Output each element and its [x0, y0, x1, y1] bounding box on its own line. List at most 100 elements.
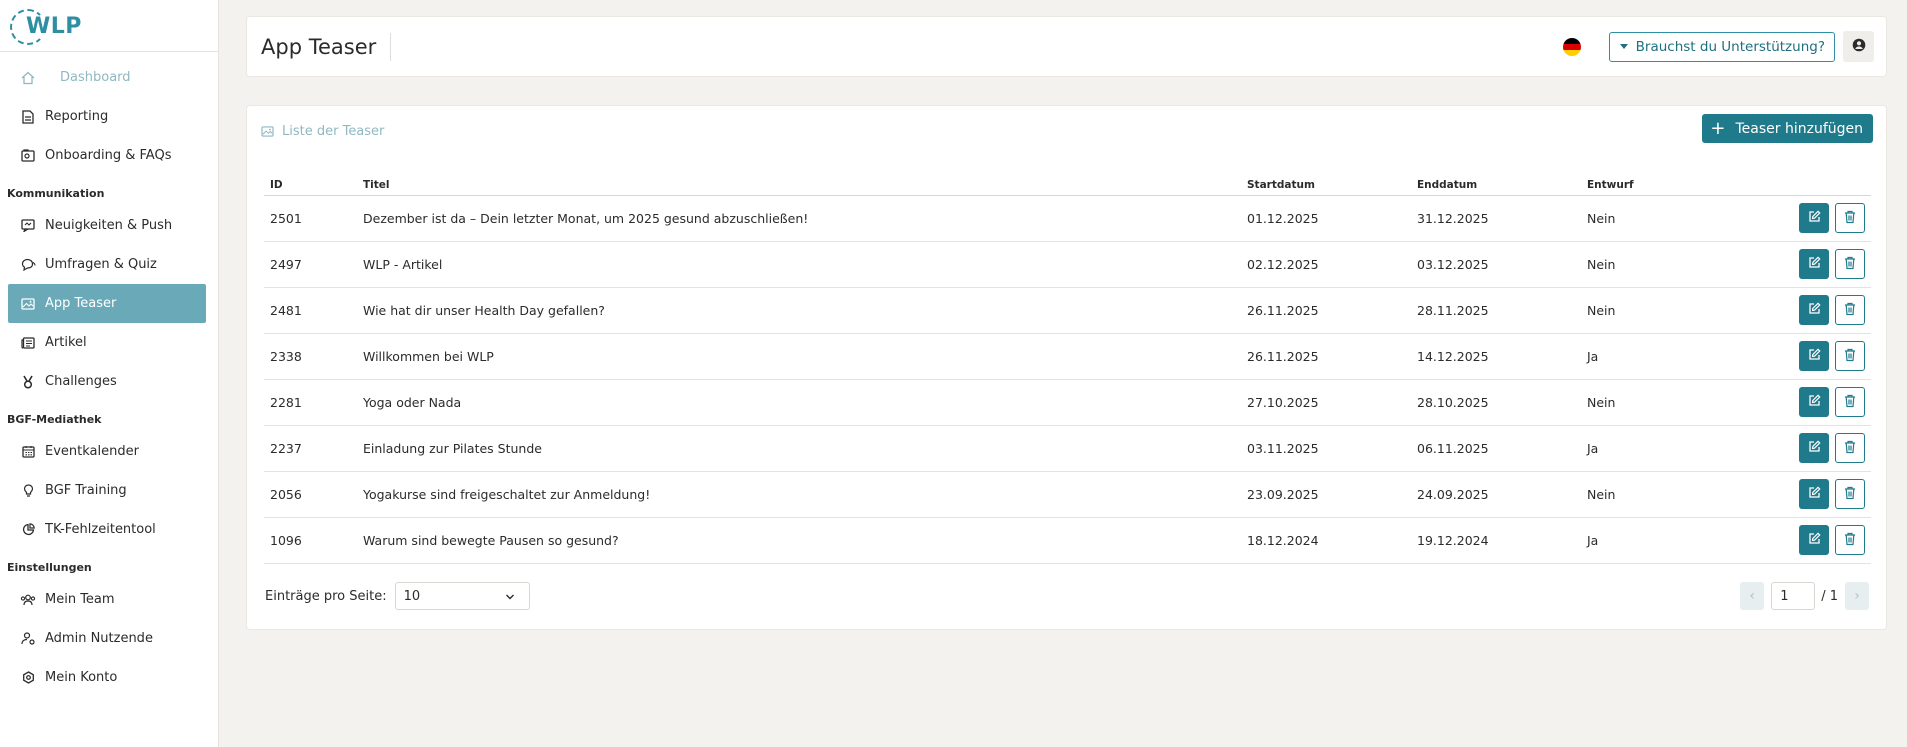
- row-actions: [1751, 333, 1871, 380]
- column-header-draft[interactable]: Entwurf: [1581, 174, 1751, 196]
- cell-title: Yogakurse sind freigeschaltet zur Anmeld…: [357, 471, 1241, 518]
- logo[interactable]: WLP: [0, 0, 218, 52]
- sidebar-item-tk-fehlzeitentool[interactable]: TK-Fehlzeitentool: [0, 510, 218, 549]
- cell-id: 2501: [264, 195, 357, 242]
- sidebar-item-label: Eventkalender: [45, 444, 139, 459]
- cell-draft: Nein: [1581, 241, 1751, 288]
- edit-icon: [1808, 440, 1821, 456]
- row-actions: [1751, 287, 1871, 334]
- edit-button[interactable]: [1799, 249, 1829, 279]
- sidebar-item-label: Umfragen & Quiz: [45, 257, 157, 272]
- delete-button[interactable]: [1835, 203, 1865, 233]
- sidebar: WLP Dashboard Reporting Onboarding & FAQ…: [0, 0, 219, 747]
- trash-icon: [1844, 394, 1856, 411]
- section-title-bgf-mediathek: BGF-Mediathek: [7, 413, 102, 426]
- edit-button[interactable]: [1799, 341, 1829, 371]
- page-header: App Teaser Brauchst du Unterstützung?: [246, 16, 1887, 77]
- add-teaser-button[interactable]: + Teaser hinzufügen: [1702, 114, 1873, 143]
- newspaper-icon: [20, 335, 36, 351]
- trash-icon: [1844, 532, 1856, 549]
- trash-icon: [1844, 440, 1856, 457]
- column-header-title[interactable]: Titel: [357, 174, 1241, 196]
- trash-icon: [1844, 348, 1856, 365]
- image-icon: [20, 296, 36, 312]
- cell-draft: Ja: [1581, 425, 1751, 472]
- section-title-kommunikation: Kommunikation: [7, 187, 105, 200]
- edit-button[interactable]: [1799, 525, 1829, 555]
- user-account-button[interactable]: [1843, 31, 1874, 62]
- sidebar-item-challenges[interactable]: Challenges: [0, 362, 218, 401]
- prev-page-button[interactable]: ‹: [1740, 582, 1765, 610]
- table-row: 2481 Wie hat dir unser Health Day gefalle…: [264, 287, 1871, 334]
- edit-button[interactable]: [1799, 433, 1829, 463]
- cell-title: Dezember ist da – Dein letzter Monat, um…: [357, 195, 1241, 242]
- cell-end: 14.12.2025: [1411, 333, 1581, 380]
- cell-title: Willkommen bei WLP: [357, 333, 1241, 380]
- edit-icon: [1808, 486, 1821, 502]
- delete-button[interactable]: [1835, 387, 1865, 417]
- table-row: 1096 Warum sind bewegte Pausen so gesund?…: [264, 517, 1871, 564]
- cell-id: 1096: [264, 517, 357, 564]
- team-icon: [20, 592, 36, 608]
- edit-button[interactable]: [1799, 387, 1829, 417]
- sidebar-item-reporting[interactable]: Reporting: [0, 97, 218, 136]
- delete-button[interactable]: [1835, 433, 1865, 463]
- sidebar-item-eventkalender[interactable]: Eventkalender: [0, 432, 218, 471]
- wlp-logo: WLP: [10, 7, 84, 45]
- delete-button[interactable]: [1835, 479, 1865, 509]
- page-number-input[interactable]: 1: [1771, 582, 1816, 610]
- cell-id: 2338: [264, 333, 357, 380]
- user-circle-icon: [1852, 38, 1866, 56]
- cell-end: 31.12.2025: [1411, 195, 1581, 242]
- sidebar-item-umfragen[interactable]: Umfragen & Quiz: [0, 245, 218, 284]
- calendar-icon: [20, 444, 36, 460]
- chart-icon: [20, 522, 36, 538]
- chevron-down-icon: [505, 591, 515, 606]
- section-title-einstellungen: Einstellungen: [7, 561, 92, 574]
- cell-id: 2281: [264, 379, 357, 426]
- column-header-id[interactable]: ID: [264, 174, 357, 196]
- sidebar-item-app-teaser[interactable]: App Teaser: [8, 284, 206, 323]
- sidebar-item-onboarding[interactable]: Onboarding & FAQs: [0, 136, 218, 175]
- delete-button[interactable]: [1835, 341, 1865, 371]
- table-row: 2237 Einladung zur Pilates Stunde 03.11.20…: [264, 425, 1871, 472]
- cell-id: 2497: [264, 241, 357, 288]
- delete-button[interactable]: [1835, 525, 1865, 555]
- sidebar-item-admin-nutzende[interactable]: Admin Nutzende: [0, 619, 218, 658]
- edit-button[interactable]: [1799, 295, 1829, 325]
- chat-icon: [20, 257, 36, 273]
- sidebar-item-label: Admin Nutzende: [45, 631, 153, 646]
- sidebar-item-artikel[interactable]: Artikel: [0, 323, 218, 362]
- sidebar-item-label: BGF Training: [45, 483, 127, 498]
- column-header-start[interactable]: Startdatum: [1241, 174, 1411, 196]
- support-button[interactable]: Brauchst du Unterstützung?: [1608, 31, 1835, 62]
- german-flag-icon[interactable]: [1562, 37, 1581, 56]
- cell-id: 2056: [264, 471, 357, 518]
- column-header-end[interactable]: Enddatum: [1411, 174, 1581, 196]
- trash-icon: [1844, 302, 1856, 319]
- page-total: / 1: [1821, 588, 1838, 604]
- teaser-table: ID Titel Startdatum Enddatum Entwurf 250…: [264, 174, 1871, 564]
- cell-id: 2481: [264, 287, 357, 334]
- teaser-list-card: Liste der Teaser + Teaser hinzufügen ID …: [246, 105, 1887, 630]
- cell-id: 2237: [264, 425, 357, 472]
- delete-button[interactable]: [1835, 249, 1865, 279]
- sidebar-item-mein-konto[interactable]: Mein Konto: [0, 658, 218, 697]
- sidebar-item-dashboard[interactable]: Dashboard: [0, 58, 218, 97]
- sidebar-item-mein-team[interactable]: Mein Team: [0, 580, 218, 619]
- per-page-select[interactable]: 10: [394, 582, 530, 610]
- sidebar-item-label: Neuigkeiten & Push: [45, 218, 173, 233]
- cell-title: WLP - Artikel: [357, 241, 1241, 288]
- document-icon: [20, 109, 36, 125]
- image-icon: [261, 126, 274, 137]
- row-actions: [1751, 241, 1871, 288]
- sidebar-item-label: Mein Konto: [45, 670, 118, 685]
- sidebar-item-bgf-training[interactable]: BGF Training: [0, 471, 218, 510]
- delete-button[interactable]: [1835, 295, 1865, 325]
- cell-title: Einladung zur Pilates Stunde: [357, 425, 1241, 472]
- edit-button[interactable]: [1799, 203, 1829, 233]
- edit-button[interactable]: [1799, 479, 1829, 509]
- next-page-button[interactable]: ›: [1845, 582, 1869, 610]
- cell-draft: Nein: [1581, 287, 1751, 334]
- sidebar-item-neuigkeiten[interactable]: Neuigkeiten & Push: [0, 206, 218, 245]
